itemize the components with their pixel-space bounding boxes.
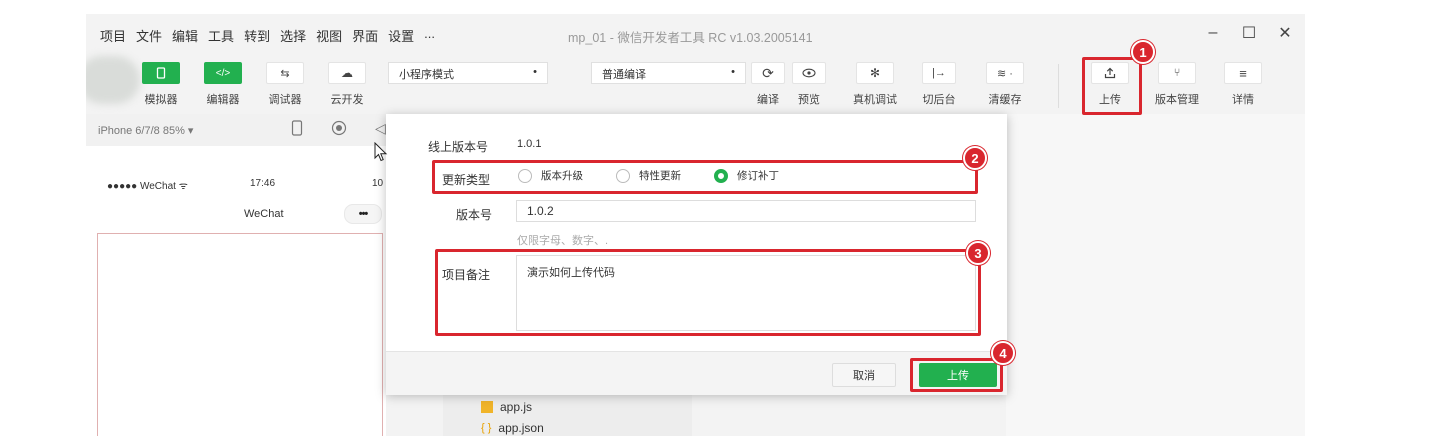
page-content	[97, 233, 383, 436]
minimize-button[interactable]: –	[1198, 20, 1228, 46]
switch-out-icon: |→	[932, 67, 946, 79]
step-marker: 1	[1131, 40, 1155, 64]
menu-file[interactable]: 文件	[136, 26, 162, 45]
compile-select-value: 普通编译	[602, 69, 646, 81]
mode-select-value: 小程序模式	[399, 69, 454, 81]
wifi-icon: ᯤ	[178, 181, 188, 192]
window-title: mp_01 - 微信开发者工具 RC v1.03.2005141	[568, 31, 813, 45]
simulator-button[interactable]	[142, 62, 180, 84]
code-icon: </>	[215, 67, 231, 79]
cloud-icon: ☁	[341, 66, 353, 80]
simulator-label: 模拟器	[144, 94, 178, 106]
debug-arrows-icon: ⇆	[280, 67, 290, 80]
device-select[interactable]: iPhone 6/7/8 85% ▾	[98, 124, 193, 137]
file-name: app.json	[498, 421, 544, 435]
json-file-icon: { }	[481, 422, 492, 434]
simulator-pane: iPhone 6/7/8 85% ▾ ◁ ●●●●● WeChat ᯤ 17:4…	[86, 114, 386, 436]
background-label: 切后台	[922, 94, 956, 106]
capsule-menu-button[interactable]: •••	[344, 204, 382, 224]
editor-label: 编辑器	[206, 94, 240, 106]
menu-project[interactable]: 项目	[100, 26, 126, 45]
preview-label: 预览	[798, 94, 820, 106]
menu-select[interactable]: 选择	[280, 26, 306, 45]
compile-label: 编译	[757, 94, 779, 106]
status-battery: 10	[372, 178, 384, 189]
version-label: 版本号	[456, 208, 493, 222]
menu-more[interactable]: ...	[424, 26, 435, 45]
details-button[interactable]: ≡	[1224, 62, 1262, 84]
nav-title: WeChat	[244, 208, 284, 220]
device-bar: iPhone 6/7/8 85% ▾ ◁	[86, 114, 386, 146]
phone-icon	[156, 67, 166, 79]
highlight-note	[435, 249, 981, 336]
background-button[interactable]: |→	[922, 62, 956, 84]
editor-empty-area	[1006, 114, 1305, 436]
file-item[interactable]: app.js	[481, 400, 532, 414]
refresh-icon: ⟳	[762, 64, 774, 81]
highlight-update-type	[432, 160, 978, 194]
eye-icon	[802, 68, 816, 78]
version-input[interactable]: 1.0.2	[516, 200, 976, 222]
cloud-dev-label: 云开发	[330, 94, 364, 106]
version-mgmt-label: 版本管理	[1155, 94, 1199, 106]
maximize-button[interactable]: ☐	[1234, 20, 1264, 46]
record-icon[interactable]	[331, 120, 347, 139]
menu-tools[interactable]: 工具	[208, 26, 234, 45]
status-carrier: ●●●●● WeChat ᯤ	[107, 181, 188, 192]
step-marker: 3	[966, 241, 990, 265]
step-marker: 2	[963, 146, 987, 170]
menu-settings[interactable]: 设置	[388, 26, 414, 45]
step-marker: 4	[991, 341, 1015, 365]
js-file-icon	[481, 401, 493, 413]
debugger-button[interactable]: ⇆	[266, 62, 304, 84]
online-version-label: 线上版本号	[428, 140, 489, 154]
title-bar: 项目 文件 编辑 工具 转到 选择 视图 界面 设置 ... mp_01 - 微…	[86, 14, 1305, 54]
dropdown-dot-icon: •	[533, 66, 537, 78]
cancel-button[interactable]: 取消	[832, 363, 896, 387]
preview-button[interactable]	[792, 62, 826, 84]
mode-select[interactable]: 小程序模式 •	[388, 62, 548, 84]
clear-cache-label: 清缓存	[988, 94, 1022, 106]
menu-lines-icon: ≡	[1239, 65, 1247, 81]
menu-bar: 项目 文件 编辑 工具 转到 选择 视图 界面 设置 ...	[100, 26, 435, 45]
debugger-label: 调试器	[268, 94, 302, 106]
version-hint: 仅限字母、数字、.	[517, 235, 609, 247]
menu-edit[interactable]: 编辑	[172, 26, 198, 45]
status-time: 17:46	[250, 178, 276, 189]
cloud-dev-button[interactable]: ☁	[328, 62, 366, 84]
device-debug-button[interactable]: ✻	[856, 62, 894, 84]
compile-mode-select[interactable]: 普通编译 •	[591, 62, 746, 84]
details-label: 详情	[1232, 94, 1254, 106]
highlight-upload	[1082, 57, 1142, 115]
menu-interface[interactable]: 界面	[352, 26, 378, 45]
close-button[interactable]: ✕	[1270, 20, 1300, 46]
editor-button[interactable]: </>	[204, 62, 242, 84]
online-version-value: 1.0.1	[517, 138, 542, 150]
toolbar-divider	[1058, 64, 1059, 108]
menu-goto[interactable]: 转到	[244, 26, 270, 45]
clear-cache-button[interactable]: ≋ ·	[986, 62, 1024, 84]
menu-view[interactable]: 视图	[316, 26, 342, 45]
branch-icon: ⑂	[1173, 67, 1181, 79]
compile-button[interactable]: ⟳	[751, 62, 785, 84]
mouse-cursor-icon	[374, 142, 388, 162]
device-debug-label: 真机调试	[853, 94, 897, 106]
sound-icon[interactable]: ◁	[375, 120, 386, 137]
avatar[interactable]	[86, 56, 140, 104]
file-tree: app.js { } app.json	[443, 394, 692, 436]
highlight-upload-confirm	[910, 358, 1003, 392]
database-icon: ≋ ·	[997, 67, 1013, 80]
file-item[interactable]: { } app.json	[481, 421, 544, 435]
phone-toggle-icon[interactable]	[291, 120, 303, 139]
dropdown-dot-icon: •	[731, 66, 735, 78]
version-mgmt-button[interactable]: ⑂	[1158, 62, 1196, 84]
file-name: app.js	[500, 400, 533, 414]
bug-icon: ✻	[869, 66, 881, 80]
